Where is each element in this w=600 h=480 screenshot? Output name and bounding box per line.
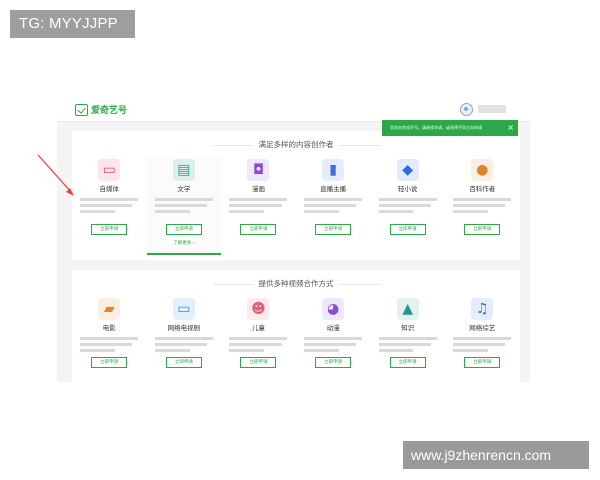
apply-button[interactable]: 立即申请 <box>389 224 426 235</box>
card-title: 漫画 <box>251 185 265 193</box>
microphone-icon: ♫ <box>471 298 494 320</box>
novel-icon: ◆ <box>396 159 419 181</box>
planet-icon: ● <box>471 159 494 181</box>
card-description <box>453 337 512 352</box>
creator-cards: ▭ 自媒体立即申请 ▤ 文学立即申请了解更多 › ◘ 漫画立即申请 ▮ 直播主播立即申请 ◆ 轻小… <box>72 157 520 255</box>
category-card[interactable]: ☻ 儿童立即申请 <box>221 296 296 382</box>
card-title: 网络电视剧 <box>167 324 201 332</box>
monster-icon: ◕ <box>322 298 345 320</box>
category-card[interactable]: ▮ 直播主播立即申请 <box>296 157 371 255</box>
card-title: 自媒体 <box>99 185 120 193</box>
apply-button[interactable]: 立即申请 <box>165 224 202 235</box>
top-bar: 爱奇艺号 <box>57 96 530 122</box>
card-description <box>304 198 363 218</box>
category-card[interactable]: ▲ 知识立即申请 <box>370 296 445 382</box>
apply-button[interactable]: 立即申请 <box>165 357 202 368</box>
apply-button[interactable]: 立即申请 <box>464 357 501 368</box>
logo-text: 爱奇艺号 <box>91 106 128 116</box>
clapper-icon: ▰ <box>98 298 121 320</box>
section-title: 满足多样的内容创作者 <box>72 139 520 150</box>
apply-button[interactable]: 立即申请 <box>315 224 352 235</box>
card-description <box>378 337 437 352</box>
apply-button[interactable]: 立即申请 <box>91 357 128 368</box>
card-title: 知识 <box>401 324 415 332</box>
avatar[interactable] <box>460 103 473 116</box>
notification-toast: 您尚未完成开号。请继续申请，或选择不同方向申请 × <box>382 120 518 136</box>
card-description <box>378 198 437 218</box>
card-title: 儿童 <box>251 324 265 332</box>
section-title: 提供多种视频合作方式 <box>72 278 520 289</box>
compass-icon: ▲ <box>396 298 419 320</box>
card-description <box>154 198 213 218</box>
card-description <box>229 337 288 352</box>
comic-icon: ◘ <box>247 159 270 181</box>
tv-icon: ▭ <box>98 159 121 181</box>
category-card[interactable]: ● 百科作者立即申请 <box>445 157 520 255</box>
card-title: 文学 <box>177 185 191 193</box>
apply-button[interactable]: 立即申请 <box>464 224 501 235</box>
category-card[interactable]: ◆ 轻小说立即申请 <box>370 157 445 255</box>
card-title: 轻小说 <box>397 185 418 193</box>
card-description <box>80 337 139 352</box>
browser-viewport: 爱奇艺号 您尚未完成开号。请继续申请，或选择不同方向申请 × 满足多样的内容创作… <box>57 96 530 382</box>
category-card[interactable]: ◕ 动漫立即申请 <box>296 296 371 382</box>
card-description <box>154 337 213 352</box>
card-title: 百科作者 <box>469 185 496 193</box>
category-card[interactable]: ◘ 漫画立即申请 <box>221 157 296 255</box>
close-icon[interactable]: × <box>507 120 514 136</box>
category-card[interactable]: ▭ 网络电视剧立即申请 <box>147 296 222 382</box>
card-description <box>453 198 512 218</box>
card-description <box>304 337 363 352</box>
apply-button[interactable]: 立即申请 <box>240 357 277 368</box>
apply-button[interactable]: 立即申请 <box>315 357 352 368</box>
monitor-icon: ▭ <box>172 298 195 320</box>
card-description <box>229 198 288 218</box>
site-watermark: www.j9zhenrencn.com <box>403 441 589 469</box>
kid-icon: ☻ <box>247 298 270 320</box>
card-title: 直播主播 <box>320 185 347 193</box>
category-card[interactable]: ▰ 电影立即申请 <box>72 296 147 382</box>
card-title: 电影 <box>102 324 116 332</box>
check-logo-icon <box>75 103 88 116</box>
apply-button[interactable]: 立即申请 <box>389 357 426 368</box>
screenshot: 爱奇艺号 您尚未完成开号。请继续申请，或选择不同方向申请 × 满足多样的内容创作… <box>0 0 600 480</box>
card-description <box>80 198 139 218</box>
book-icon: ▤ <box>172 159 195 181</box>
category-card[interactable]: ▤ 文学立即申请了解更多 › <box>146 157 222 255</box>
toast-text: 您尚未完成开号。请继续申请，或选择不同方向申请 <box>390 125 482 130</box>
card-title: 网络综艺 <box>469 324 496 332</box>
apply-button[interactable]: 立即申请 <box>240 224 277 235</box>
learn-more-link[interactable]: 了解更多 › <box>147 240 222 246</box>
apply-button[interactable]: 立即申请 <box>91 224 128 235</box>
mic-icon: ▮ <box>322 159 345 181</box>
video-cards: ▰ 电影立即申请 ▭ 网络电视剧立即申请 ☻ 儿童立即申请 ◕ 动漫立即申请 ▲ 知识立即申请 ♫ 网… <box>72 296 520 382</box>
video-cooperation-section: 提供多种视频合作方式 ▰ 电影立即申请 ▭ 网络电视剧立即申请 ☻ 儿童立即申请 ◕ 动漫立即… <box>72 270 520 382</box>
category-card[interactable]: ♫ 网络综艺立即申请 <box>445 296 520 382</box>
category-card[interactable]: ▭ 自媒体立即申请 <box>72 157 147 255</box>
creator-section: 满足多样的内容创作者 ▭ 自媒体 立即申请 ▤ 文学 立即申请 了解更多 › ◘ 漫画 立即申请 ▮… <box>72 131 520 260</box>
tg-watermark: TG: MYYJJPP <box>10 10 135 38</box>
username-placeholder[interactable] <box>478 105 506 113</box>
site-logo[interactable]: 爱奇艺号 <box>75 103 127 116</box>
card-title: 动漫 <box>326 324 340 332</box>
